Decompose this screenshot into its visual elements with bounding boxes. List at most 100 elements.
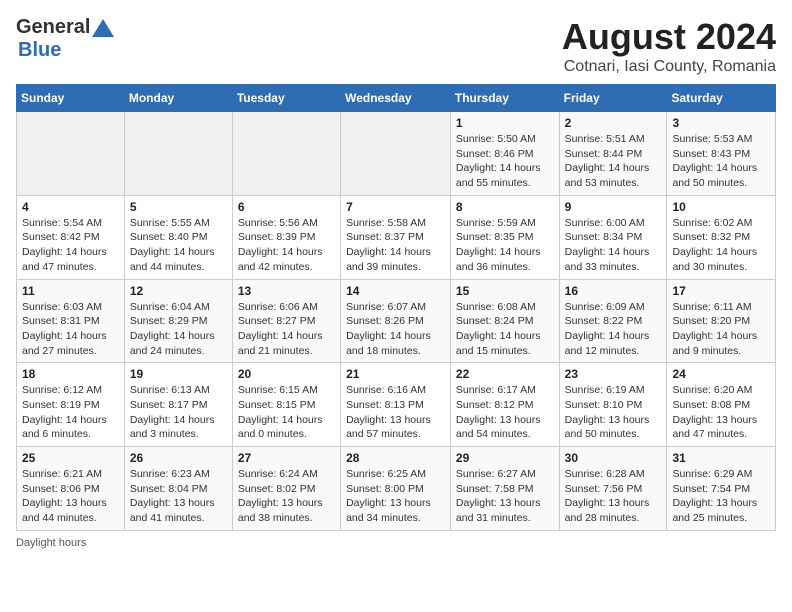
day-info: Sunrise: 6:24 AM Sunset: 8:02 PM Dayligh… — [238, 467, 335, 526]
calendar-cell: 29Sunrise: 6:27 AM Sunset: 7:58 PM Dayli… — [450, 447, 559, 531]
day-info: Sunrise: 6:17 AM Sunset: 8:12 PM Dayligh… — [456, 383, 554, 442]
day-number: 23 — [565, 367, 662, 381]
day-number: 13 — [238, 284, 335, 298]
calendar-cell: 27 Sunrise: 6:24 AM Sunset: 8:02 PM Dayli… — [232, 447, 340, 531]
calendar-cell: 24Sunrise: 6:20 AM Sunset: 8:08 PM Dayli… — [667, 363, 776, 447]
calendar-cell: 31 Sunrise: 6:29 AM Sunset: 7:54 PM Dayli… — [667, 447, 776, 531]
day-info: Sunrise: 6:16 AM Sunset: 8:13 PM Dayligh… — [346, 383, 445, 442]
calendar-cell: 1 Sunrise: 5:50 AM Sunset: 8:46 PM Daylig… — [450, 112, 559, 196]
day-number: 6 — [238, 200, 335, 214]
day-number: 1 — [456, 116, 554, 130]
calendar-cell: 30 Sunrise: 6:28 AM Sunset: 7:56 PM Dayli… — [559, 447, 667, 531]
calendar-cell: 16 Sunrise: 6:09 AM Sunset: 8:22 PM Dayli… — [559, 279, 667, 363]
calendar-cell: 7Sunrise: 5:58 AM Sunset: 8:37 PM Daylig… — [341, 195, 451, 279]
calendar-cell: 11 Sunrise: 6:03 AM Sunset: 8:31 PM Dayli… — [17, 279, 125, 363]
calendar-cell — [341, 112, 451, 196]
day-header-saturday: Saturday — [667, 85, 776, 112]
calendar-header-row: SundayMondayTuesdayWednesdayThursdayFrid… — [17, 85, 776, 112]
day-info: Sunrise: 6:23 AM Sunset: 8:04 PM Dayligh… — [130, 467, 227, 526]
day-info: Sunrise: 6:06 AM Sunset: 8:27 PM Dayligh… — [238, 300, 335, 359]
day-number: 9 — [565, 200, 662, 214]
day-number: 11 — [22, 284, 119, 298]
calendar-cell: 26 Sunrise: 6:23 AM Sunset: 8:04 PM Dayli… — [124, 447, 232, 531]
day-info: Sunrise: 5:59 AM Sunset: 8:35 PM Dayligh… — [456, 216, 554, 275]
day-number: 12 — [130, 284, 227, 298]
day-number: 15 — [456, 284, 554, 298]
day-info: Sunrise: 6:25 AM Sunset: 8:00 PM Dayligh… — [346, 467, 445, 526]
day-info: Sunrise: 6:11 AM Sunset: 8:20 PM Dayligh… — [672, 300, 770, 359]
calendar-cell: 2Sunrise: 5:51 AM Sunset: 8:44 PM Daylig… — [559, 112, 667, 196]
day-info: Sunrise: 6:08 AM Sunset: 8:24 PM Dayligh… — [456, 300, 554, 359]
day-header-monday: Monday — [124, 85, 232, 112]
calendar-cell: 5 Sunrise: 5:55 AM Sunset: 8:40 PM Daylig… — [124, 195, 232, 279]
day-number: 18 — [22, 367, 119, 381]
day-info: Sunrise: 6:13 AM Sunset: 8:17 PM Dayligh… — [130, 383, 227, 442]
day-number: 3 — [672, 116, 770, 130]
footer-text: Daylight hours — [16, 537, 86, 549]
day-info: Sunrise: 6:03 AM Sunset: 8:31 PM Dayligh… — [22, 300, 119, 359]
calendar-table: SundayMondayTuesdayWednesdayThursdayFrid… — [16, 84, 776, 531]
calendar-cell: 10 Sunrise: 6:02 AM Sunset: 8:32 PM Dayli… — [667, 195, 776, 279]
day-info: Sunrise: 6:12 AM Sunset: 8:19 PM Dayligh… — [22, 383, 119, 442]
calendar-cell — [17, 112, 125, 196]
page-header: General Blue August 2024 Cotnari, Iasi C… — [16, 16, 776, 76]
day-header-wednesday: Wednesday — [341, 85, 451, 112]
day-number: 19 — [130, 367, 227, 381]
day-number: 22 — [456, 367, 554, 381]
day-number: 28 — [346, 451, 445, 465]
day-info: Sunrise: 5:56 AM Sunset: 8:39 PM Dayligh… — [238, 216, 335, 275]
calendar-cell: 4 Sunrise: 5:54 AM Sunset: 8:42 PM Daylig… — [17, 195, 125, 279]
calendar-cell: 3 Sunrise: 5:53 AM Sunset: 8:43 PM Daylig… — [667, 112, 776, 196]
day-header-sunday: Sunday — [17, 85, 125, 112]
logo-blue: Blue — [18, 39, 61, 62]
day-info: Sunrise: 6:09 AM Sunset: 8:22 PM Dayligh… — [565, 300, 662, 359]
day-info: Sunrise: 5:51 AM Sunset: 8:44 PM Dayligh… — [565, 132, 662, 191]
day-info: Sunrise: 6:19 AM Sunset: 8:10 PM Dayligh… — [565, 383, 662, 442]
day-info: Sunrise: 6:29 AM Sunset: 7:54 PM Dayligh… — [672, 467, 770, 526]
day-info: Sunrise: 6:07 AM Sunset: 8:26 PM Dayligh… — [346, 300, 445, 359]
day-info: Sunrise: 5:55 AM Sunset: 8:40 PM Dayligh… — [130, 216, 227, 275]
calendar-cell: 6 Sunrise: 5:56 AM Sunset: 8:39 PM Daylig… — [232, 195, 340, 279]
calendar-cell: 20Sunrise: 6:15 AM Sunset: 8:15 PM Dayli… — [232, 363, 340, 447]
footer-note: Daylight hours — [16, 537, 776, 549]
day-info: Sunrise: 6:21 AM Sunset: 8:06 PM Dayligh… — [22, 467, 119, 526]
calendar-cell: 14Sunrise: 6:07 AM Sunset: 8:26 PM Dayli… — [341, 279, 451, 363]
title-block: August 2024 Cotnari, Iasi County, Romani… — [562, 16, 776, 76]
day-number: 27 — [238, 451, 335, 465]
page-title: August 2024 — [562, 16, 776, 58]
day-number: 31 — [672, 451, 770, 465]
calendar-cell — [232, 112, 340, 196]
calendar-cell: 13 Sunrise: 6:06 AM Sunset: 8:27 PM Dayli… — [232, 279, 340, 363]
day-number: 26 — [130, 451, 227, 465]
calendar-cell: 19 Sunrise: 6:13 AM Sunset: 8:17 PM Dayli… — [124, 363, 232, 447]
day-number: 5 — [130, 200, 227, 214]
calendar-cell: 21 Sunrise: 6:16 AM Sunset: 8:13 PM Dayli… — [341, 363, 451, 447]
logo: General Blue — [16, 16, 114, 62]
logo-icon — [92, 17, 114, 39]
day-number: 17 — [672, 284, 770, 298]
day-number: 29 — [456, 451, 554, 465]
day-info: Sunrise: 6:28 AM Sunset: 7:56 PM Dayligh… — [565, 467, 662, 526]
day-info: Sunrise: 6:04 AM Sunset: 8:29 PM Dayligh… — [130, 300, 227, 359]
calendar-cell: 9Sunrise: 6:00 AM Sunset: 8:34 PM Daylig… — [559, 195, 667, 279]
day-number: 21 — [346, 367, 445, 381]
day-number: 10 — [672, 200, 770, 214]
day-info: Sunrise: 5:54 AM Sunset: 8:42 PM Dayligh… — [22, 216, 119, 275]
day-info: Sunrise: 5:50 AM Sunset: 8:46 PM Dayligh… — [456, 132, 554, 191]
day-number: 24 — [672, 367, 770, 381]
day-info: Sunrise: 5:53 AM Sunset: 8:43 PM Dayligh… — [672, 132, 770, 191]
calendar-cell: 12 Sunrise: 6:04 AM Sunset: 8:29 PM Dayli… — [124, 279, 232, 363]
calendar-cell — [124, 112, 232, 196]
calendar-cell: 18 Sunrise: 6:12 AM Sunset: 8:19 PM Dayli… — [17, 363, 125, 447]
day-number: 30 — [565, 451, 662, 465]
day-info: Sunrise: 6:02 AM Sunset: 8:32 PM Dayligh… — [672, 216, 770, 275]
week-row-4: 18 Sunrise: 6:12 AM Sunset: 8:19 PM Dayli… — [17, 363, 776, 447]
calendar-cell: 28 Sunrise: 6:25 AM Sunset: 8:00 PM Dayli… — [341, 447, 451, 531]
calendar-cell: 23 Sunrise: 6:19 AM Sunset: 8:10 PM Dayli… — [559, 363, 667, 447]
calendar-cell: 8Sunrise: 5:59 AM Sunset: 8:35 PM Daylig… — [450, 195, 559, 279]
day-number: 16 — [565, 284, 662, 298]
calendar-cell: 25Sunrise: 6:21 AM Sunset: 8:06 PM Dayli… — [17, 447, 125, 531]
day-number: 20 — [238, 367, 335, 381]
calendar-cell: 17 Sunrise: 6:11 AM Sunset: 8:20 PM Dayli… — [667, 279, 776, 363]
day-number: 4 — [22, 200, 119, 214]
